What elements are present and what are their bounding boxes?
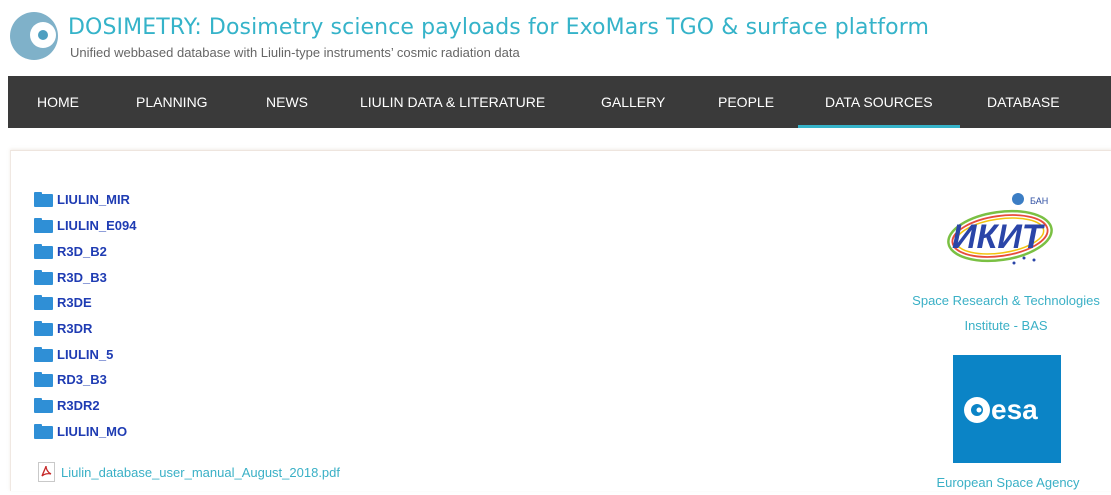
folder-label[interactable]: R3DR2 <box>57 398 100 413</box>
esa-caption[interactable]: European Space Agency <box>918 470 1098 495</box>
nav-data-sources[interactable]: DATA SOURCES <box>798 76 960 128</box>
esa-logo[interactable]: esa <box>953 355 1061 463</box>
folder-item-r3dr2[interactable]: R3DR2 <box>34 394 100 416</box>
folder-icon <box>34 346 53 362</box>
folder-item-liulin-e094[interactable]: LIULIN_E094 <box>34 214 136 236</box>
folder-label[interactable]: LIULIN_MIR <box>57 192 130 207</box>
folder-icon <box>34 397 53 413</box>
folder-label[interactable]: R3D_B3 <box>57 270 107 285</box>
site-subtitle: Unified webbased database with Liulin-ty… <box>70 45 520 60</box>
folder-icon <box>34 423 53 439</box>
folder-icon <box>34 294 53 310</box>
nav-people[interactable]: PEOPLE <box>718 76 774 128</box>
nav-gallery[interactable]: GALLERY <box>601 76 665 128</box>
folder-icon <box>34 320 53 336</box>
nav-planning[interactable]: PLANNING <box>136 76 208 128</box>
pdf-file-label[interactable]: Liulin_database_user_manual_August_2018.… <box>61 465 340 480</box>
logo-dot <box>38 30 48 40</box>
folder-icon <box>34 371 53 387</box>
folder-item-r3dr[interactable]: R3DR <box>34 317 92 339</box>
ikit-logo-badge: БАН <box>1030 196 1048 206</box>
folder-icon <box>34 243 53 259</box>
folder-label[interactable]: LIULIN_E094 <box>57 218 136 233</box>
ikit-caption-line2[interactable]: Institute - BAS <box>898 313 1111 338</box>
ikit-caption[interactable]: Space Research & Technologies Institute … <box>898 288 1111 338</box>
ikit-logo[interactable]: БАН ИКИТ <box>944 190 1058 276</box>
site-logo-icon[interactable] <box>10 12 58 60</box>
main-navbar: HOME PLANNING NEWS LIULIN DATA & LITERAT… <box>8 76 1111 128</box>
folder-label[interactable]: LIULIN_5 <box>57 347 113 362</box>
folder-label[interactable]: LIULIN_MO <box>57 424 127 439</box>
folder-item-liulin-mo[interactable]: LIULIN_MO <box>34 420 127 442</box>
folder-label[interactable]: R3DE <box>57 295 92 310</box>
folder-icon <box>34 191 53 207</box>
folder-label[interactable]: R3D_B2 <box>57 244 107 259</box>
folder-item-r3de[interactable]: R3DE <box>34 291 92 313</box>
nav-database[interactable]: DATABASE <box>987 76 1060 128</box>
ikit-logo-text: ИКИТ <box>952 218 1046 256</box>
folder-icon <box>34 217 53 233</box>
folder-label[interactable]: R3DR <box>57 321 92 336</box>
esa-logo-text: esa <box>991 394 1038 425</box>
ikit-caption-line1[interactable]: Space Research & Technologies <box>898 288 1111 313</box>
folder-item-r3d-b3[interactable]: R3D_B3 <box>34 266 107 288</box>
pdf-file-link[interactable]: Liulin_database_user_manual_August_2018.… <box>38 461 340 483</box>
folder-icon <box>34 269 53 285</box>
folder-item-r3d-b2[interactable]: R3D_B2 <box>34 240 107 262</box>
folder-item-liulin-5[interactable]: LIULIN_5 <box>34 343 113 365</box>
folder-label[interactable]: RD3_B3 <box>57 372 107 387</box>
nav-news[interactable]: NEWS <box>266 76 308 128</box>
folder-item-liulin-mir[interactable]: LIULIN_MIR <box>34 188 130 210</box>
nav-liulin-data-literature[interactable]: LIULIN DATA & LITERATURE <box>360 76 545 128</box>
folder-item-rd3-b3[interactable]: RD3_B3 <box>34 368 107 390</box>
site-title[interactable]: DOSIMETRY: Dosimetry science payloads fo… <box>68 15 929 40</box>
pdf-file-icon <box>38 462 55 482</box>
nav-home[interactable]: HOME <box>37 76 79 128</box>
